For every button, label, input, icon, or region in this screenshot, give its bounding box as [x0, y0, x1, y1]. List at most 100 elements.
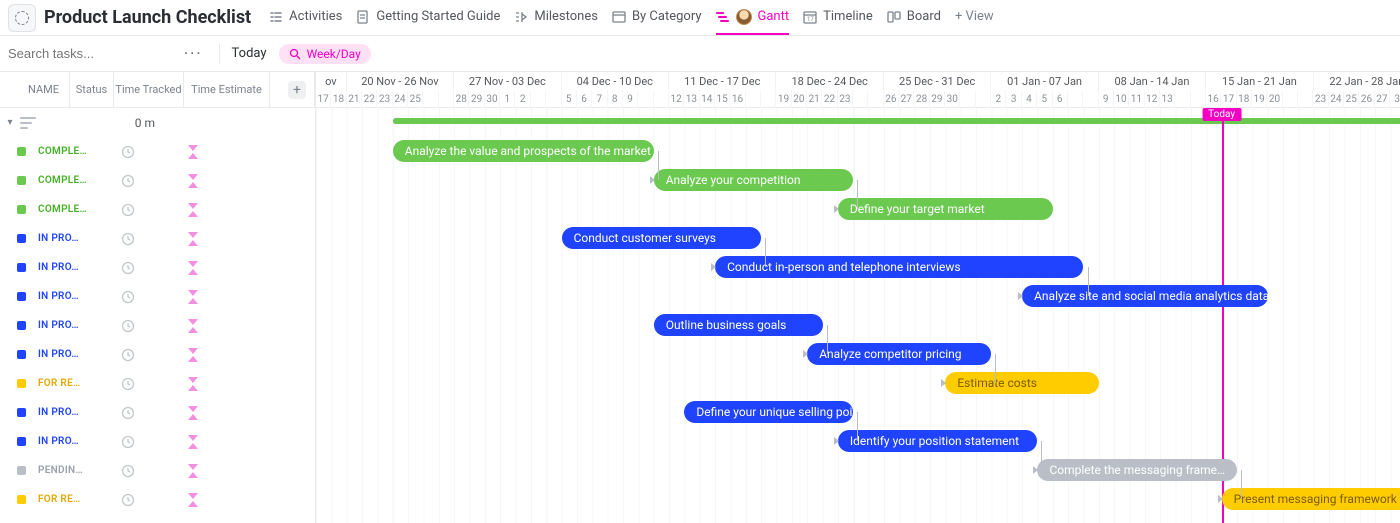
time-tracked-cell[interactable] — [98, 261, 158, 275]
time-tracked-cell[interactable] — [98, 435, 158, 449]
divider — [219, 44, 220, 64]
gantt-bar[interactable]: Analyze competitor pricing — [807, 343, 991, 365]
time-tracked-cell[interactable] — [98, 145, 158, 159]
day-header: 6 — [1053, 90, 1068, 108]
task-row[interactable]: COMPLE… — [0, 137, 315, 166]
tab-activities[interactable]: Activities — [269, 0, 342, 35]
search-input[interactable] — [8, 42, 168, 66]
more-menu[interactable]: ··· — [180, 44, 207, 63]
time-tracked-cell[interactable] — [98, 464, 158, 478]
gantt-bar[interactable]: Conduct in-person and telephone intervie… — [715, 256, 1083, 278]
gantt-bar[interactable]: Analyze the value and prospects of the m… — [393, 140, 654, 162]
milestone-icon — [514, 10, 528, 24]
time-tracked-cell[interactable] — [98, 232, 158, 246]
gantt-bar[interactable]: Present messaging framework — [1222, 488, 1400, 510]
day-header: 2 — [515, 90, 530, 108]
day-header: 6 — [577, 90, 592, 108]
gantt-bar[interactable]: Complete the messaging frame… — [1037, 459, 1237, 481]
task-row[interactable]: FOR RE… — [0, 485, 315, 514]
day-header: 23 — [377, 90, 392, 108]
gantt-bar[interactable]: Analyze your competition — [654, 169, 854, 191]
group-summary-row[interactable]: ▾ 0 m — [0, 108, 315, 137]
time-estimate-cell[interactable] — [158, 290, 228, 304]
time-tracked-cell[interactable] — [98, 203, 158, 217]
time-tracked-cell[interactable] — [98, 319, 158, 333]
task-row[interactable]: IN PRO… — [0, 282, 315, 311]
status-label: FOR RE… — [30, 378, 98, 389]
gantt-bar[interactable]: Identify your position statement — [838, 430, 1038, 452]
tab-gantt[interactable]: Gantt — [716, 0, 790, 35]
timeline-body[interactable]: Today Analyze the value and prospects of… — [316, 108, 1400, 523]
time-estimate-cell[interactable] — [158, 435, 228, 449]
task-row[interactable]: IN PRO… — [0, 224, 315, 253]
day-header: 23 — [1313, 90, 1328, 108]
time-estimate-cell[interactable] — [158, 319, 228, 333]
status-label: IN PRO… — [30, 320, 98, 331]
task-row[interactable]: IN PRO… — [0, 253, 315, 282]
category-icon — [612, 10, 626, 24]
time-estimate-cell[interactable] — [158, 145, 228, 159]
col-status[interactable]: Status — [70, 72, 114, 107]
time-tracked-cell[interactable] — [98, 290, 158, 304]
time-estimate-cell[interactable] — [158, 377, 228, 391]
status-bullet — [0, 437, 30, 446]
gantt-bar[interactable]: Conduct customer surveys — [562, 227, 762, 249]
tab-by-category[interactable]: By Category — [612, 0, 702, 35]
gantt-bar[interactable]: Analyze site and social media analytics … — [1022, 285, 1268, 307]
col-time-estimate[interactable]: Time Estimate — [184, 72, 270, 107]
task-row[interactable]: IN PRO… — [0, 398, 315, 427]
space-icon[interactable] — [8, 4, 36, 32]
task-row[interactable]: IN PRO… — [0, 427, 315, 456]
time-estimate-cell[interactable] — [158, 493, 228, 507]
doc-icon — [356, 10, 370, 24]
time-tracked-cell[interactable] — [98, 493, 158, 507]
today-button[interactable]: Today — [232, 46, 267, 61]
time-estimate-cell[interactable] — [158, 348, 228, 362]
task-row[interactable]: IN PRO… — [0, 340, 315, 369]
task-row[interactable]: FOR RE… — [0, 369, 315, 398]
time-tracked-cell[interactable] — [98, 174, 158, 188]
col-time-tracked[interactable]: Time Tracked — [114, 72, 184, 107]
time-estimate-cell[interactable] — [158, 174, 228, 188]
zoom-pill[interactable]: Week/Day — [279, 44, 371, 64]
day-header: 8 — [608, 90, 623, 108]
tab-board[interactable]: Board — [887, 0, 941, 35]
column-headers: NAME Status Time Tracked Time Estimate + — [0, 72, 315, 108]
week-header: 08 Jan - 14 Jan — [1099, 72, 1206, 90]
task-row[interactable]: PENDIN… — [0, 456, 315, 485]
day-header: 17 — [1221, 90, 1236, 108]
gantt-bar[interactable]: Define your unique selling point — [684, 401, 853, 423]
status-bullet — [0, 176, 30, 185]
gantt-bar[interactable]: Define your target market — [838, 198, 1053, 220]
gantt-bar[interactable]: Outline business goals — [654, 314, 823, 336]
collapse-caret-icon[interactable]: ▾ — [0, 117, 20, 128]
time-estimate-cell[interactable] — [158, 261, 228, 275]
gantt-panel[interactable]: ov20 Nov - 26 Nov27 Nov - 03 Dec04 Dec -… — [316, 72, 1400, 523]
day-header: 13 — [684, 90, 699, 108]
time-tracked-cell[interactable] — [98, 377, 158, 391]
day-header — [868, 90, 883, 108]
day-header — [546, 90, 561, 108]
day-header: 22 — [362, 90, 377, 108]
col-name[interactable]: NAME — [0, 72, 70, 107]
time-tracked-cell[interactable] — [98, 348, 158, 362]
time-estimate-cell[interactable] — [158, 464, 228, 478]
week-header: 15 Jan - 21 Jan — [1206, 72, 1313, 90]
task-row[interactable]: IN PRO… — [0, 311, 315, 340]
tab-milestones[interactable]: Milestones — [514, 0, 598, 35]
summary-total-bar — [393, 118, 1400, 124]
task-row[interactable]: COMPLE… — [0, 166, 315, 195]
tab-add-view[interactable]: + View — [955, 0, 994, 35]
tab-getting-started[interactable]: Getting Started Guide — [356, 0, 500, 35]
time-estimate-cell[interactable] — [158, 232, 228, 246]
time-estimate-cell[interactable] — [158, 203, 228, 217]
add-column-button[interactable]: + — [288, 81, 306, 99]
view-tabs: Activities Getting Started Guide Milesto… — [269, 0, 993, 35]
day-header: 5 — [562, 90, 577, 108]
time-estimate-cell[interactable] — [158, 406, 228, 420]
gantt-bar[interactable]: Estimate costs — [945, 372, 1099, 394]
tab-timeline[interactable]: 17 Timeline — [803, 0, 873, 35]
day-header — [1083, 90, 1098, 108]
time-tracked-cell[interactable] — [98, 406, 158, 420]
task-row[interactable]: COMPLE… — [0, 195, 315, 224]
